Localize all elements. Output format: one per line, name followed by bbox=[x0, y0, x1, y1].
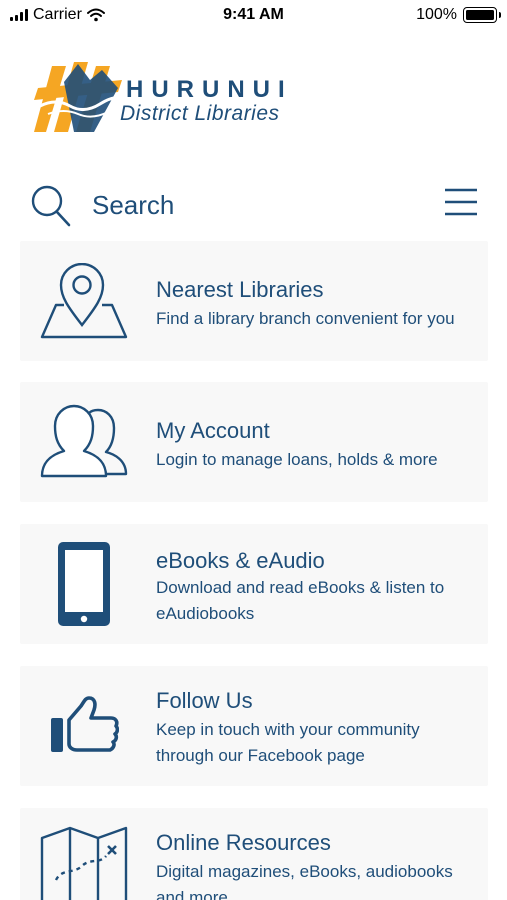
menu-item-ebooks-eaudio[interactable]: eBooks & eAudio Download and read eBooks… bbox=[20, 524, 488, 644]
logo-mark-icon bbox=[34, 62, 125, 132]
menu-item-online-resources[interactable]: Online Resources Digital magazines, eBoo… bbox=[20, 808, 488, 900]
hurunui-logo: HURUNUI District Libraries bbox=[34, 58, 304, 138]
hamburger-menu-icon[interactable] bbox=[445, 188, 477, 216]
search-input[interactable]: Search bbox=[92, 190, 174, 221]
users-icon bbox=[40, 398, 128, 486]
logo-subtitle: District Libraries bbox=[120, 102, 280, 125]
search-bar[interactable]: Search bbox=[0, 178, 507, 230]
battery-fill bbox=[466, 10, 494, 20]
search-icon[interactable] bbox=[30, 184, 72, 228]
phone-icon bbox=[40, 540, 128, 628]
menu-item-description: Find a library branch convenient for you bbox=[156, 309, 455, 328]
menu-item-description: Digital magazines, eBooks, audiobooks an… bbox=[156, 862, 453, 900]
menu-item-title: Follow Us bbox=[156, 688, 253, 713]
battery-percent: 100% bbox=[416, 6, 457, 23]
treasure-map-icon bbox=[40, 824, 128, 900]
menu-item-title: Nearest Libraries bbox=[156, 277, 324, 302]
menu-item-title: My Account bbox=[156, 418, 270, 443]
menu-item-nearest-libraries[interactable]: Nearest Libraries Find a library branch … bbox=[20, 241, 488, 361]
thumbs-up-icon bbox=[40, 682, 128, 770]
menu-item-my-account[interactable]: My Account Login to manage loans, holds … bbox=[20, 382, 488, 502]
menu-item-description: Download and read eBooks & listen to eAu… bbox=[156, 578, 445, 623]
menu-item-description: Keep in touch with your community throug… bbox=[156, 720, 420, 765]
battery-icon bbox=[463, 7, 501, 23]
menu-item-description: Login to manage loans, holds & more bbox=[156, 450, 438, 469]
logo-title: HURUNUI bbox=[126, 76, 293, 103]
menu-item-title: eBooks & eAudio bbox=[156, 548, 325, 573]
status-right: 100% bbox=[416, 6, 501, 24]
map-pin-icon bbox=[40, 257, 128, 345]
menu-item-title: Online Resources bbox=[156, 830, 331, 855]
status-bar: Carrier 9:41 AM 100% bbox=[0, 0, 507, 30]
menu-item-follow-us[interactable]: Follow Us Keep in touch with your commun… bbox=[20, 666, 488, 786]
